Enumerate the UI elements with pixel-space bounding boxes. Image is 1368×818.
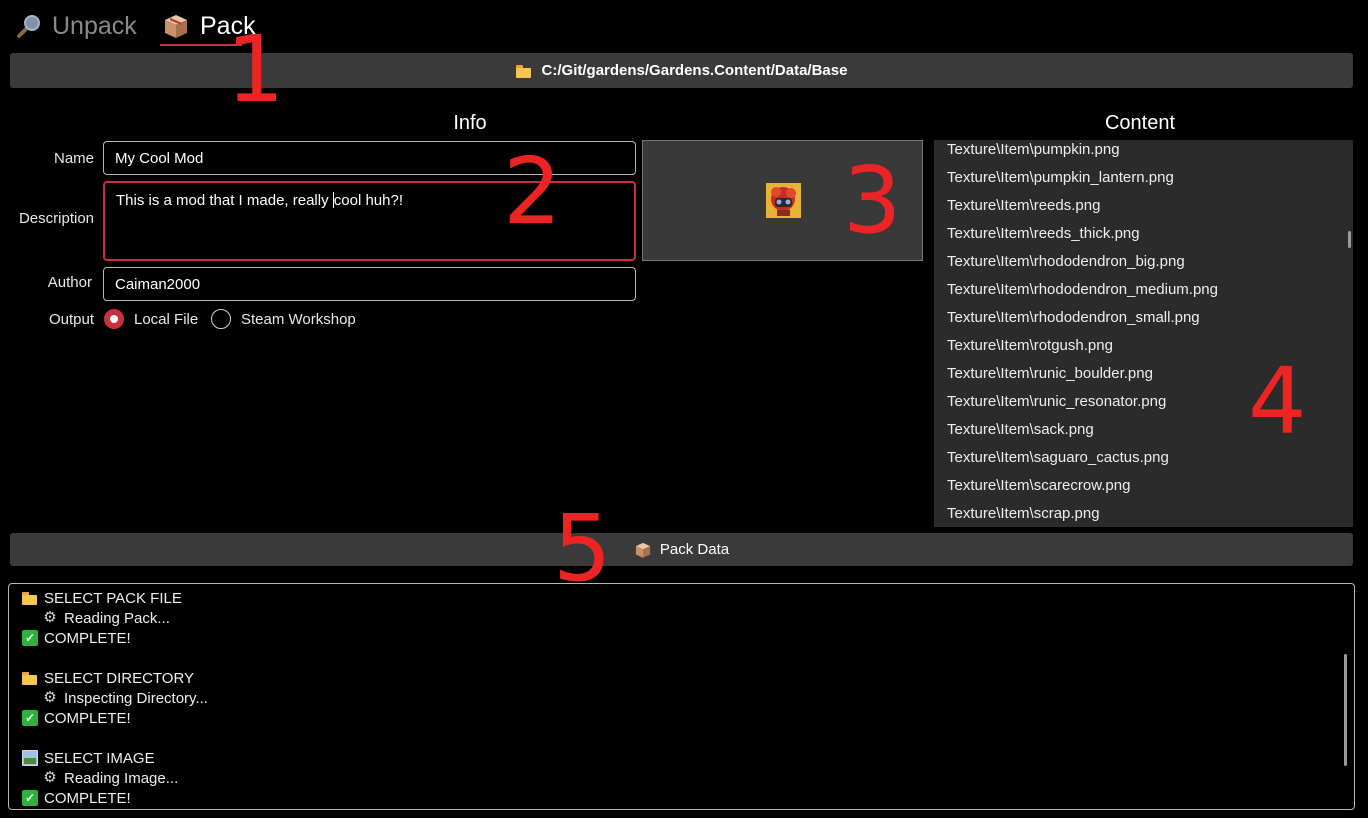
author-input[interactable]: Caiman2000 (103, 267, 636, 301)
radio-label-local-file[interactable]: Local File (134, 311, 198, 328)
content-list-item[interactable]: Texture\Item\reeds_thick.png (934, 222, 1353, 250)
output-label: Output (48, 311, 94, 328)
gear-icon: ⚙ (43, 689, 57, 706)
log-text: SELECT DIRECTORY (44, 669, 195, 687)
magnifier-icon (17, 15, 40, 38)
log-line: ✓ COMPLETE! (22, 788, 131, 808)
content-list-item[interactable]: Texture\Item\pumpkin_lantern.png (934, 166, 1353, 194)
log-text: COMPLETE! (44, 709, 131, 727)
check-icon: ✓ (22, 710, 38, 726)
annotation-number: 1 (226, 16, 285, 123)
content-list-item[interactable]: Texture\Item\rhododendron_big.png (934, 250, 1353, 278)
content-list-item[interactable]: Texture\Item\rhododendron_medium.png (934, 278, 1353, 306)
log-line: SELECT IMAGE (22, 748, 155, 768)
log-text: Reading Pack... (64, 609, 170, 627)
gear-icon: ⚙ (43, 769, 57, 786)
directory-path-button[interactable]: C:/Git/gardens/Gardens.Content/Data/Base (10, 53, 1353, 88)
radio-label-steam-workshop[interactable]: Steam Workshop (241, 311, 356, 328)
folder-icon (22, 590, 38, 606)
box-icon (635, 542, 650, 558)
radio-steam-workshop[interactable] (211, 309, 231, 329)
mod-thumbnail-image (766, 183, 801, 218)
content-list[interactable]: Texture\Item\pumpkin.png Texture\Item\pum… (934, 140, 1353, 527)
content-scrollbar[interactable] (1348, 231, 1351, 248)
annotation-number: 5 (553, 495, 612, 602)
log-scrollbar[interactable] (1344, 654, 1347, 766)
log-text: SELECT IMAGE (44, 749, 155, 767)
description-text: cool huh?! (333, 192, 403, 209)
check-icon: ✓ (22, 790, 38, 806)
info-title: Info (453, 112, 487, 134)
content-list-item[interactable]: Texture\Item\pumpkin.png (934, 140, 1353, 166)
annotation-number: 3 (843, 147, 902, 254)
log-text: COMPLETE! (44, 629, 131, 647)
check-icon: ✓ (22, 630, 38, 646)
annotation-number: 4 (1248, 348, 1307, 455)
log-line: ⚙ Reading Image... (42, 768, 178, 788)
log-line: ⚙ Inspecting Directory... (42, 688, 208, 708)
annotation-number: 2 (503, 138, 562, 245)
pack-data-button[interactable]: Pack Data (10, 533, 1353, 566)
log-line: SELECT DIRECTORY (22, 668, 194, 688)
log-text: Inspecting Directory... (64, 689, 208, 707)
log-line: ✓ COMPLETE! (22, 628, 131, 648)
log-line: ✓ COMPLETE! (22, 708, 131, 728)
log-line: SELECT PACK FILE (22, 588, 182, 608)
directory-path: C:/Git/gardens/Gardens.Content/Data/Base (541, 62, 848, 79)
content-title: Content (1104, 112, 1176, 134)
name-value: My Cool Mod (115, 149, 204, 167)
content-list-item[interactable]: Texture\Item\scrap.png (934, 502, 1353, 527)
author-label: Author (47, 274, 92, 291)
description-text: This is a mod that I made, really (116, 192, 333, 209)
content-list-item[interactable]: Texture\Item\scarecrow.png (934, 474, 1353, 502)
content-list-item[interactable]: Texture\Item\rhododendron_small.png (934, 306, 1353, 334)
gear-icon: ⚙ (43, 609, 57, 626)
log-text: SELECT PACK FILE (44, 589, 182, 607)
image-icon (22, 750, 38, 766)
tab-label: Unpack (52, 11, 137, 40)
box-icon (165, 15, 187, 38)
description-label: Description (18, 210, 94, 227)
folder-icon (22, 670, 38, 686)
content-list-item[interactable]: Texture\Item\reeds.png (934, 194, 1353, 222)
radio-local-file[interactable] (104, 309, 124, 329)
log-line: ⚙ Reading Pack... (42, 608, 170, 628)
name-label: Name (53, 150, 94, 167)
log-text: Reading Image... (64, 769, 179, 787)
author-value: Caiman2000 (115, 275, 201, 293)
pack-data-label: Pack Data (659, 541, 730, 558)
folder-icon (515, 63, 532, 79)
tab-unpack[interactable]: Unpack (16, 8, 137, 44)
log-text: COMPLETE! (44, 789, 131, 807)
log-panel: SELECT PACK FILE ⚙ Reading Pack... ✓ COMPLET… (8, 583, 1355, 810)
